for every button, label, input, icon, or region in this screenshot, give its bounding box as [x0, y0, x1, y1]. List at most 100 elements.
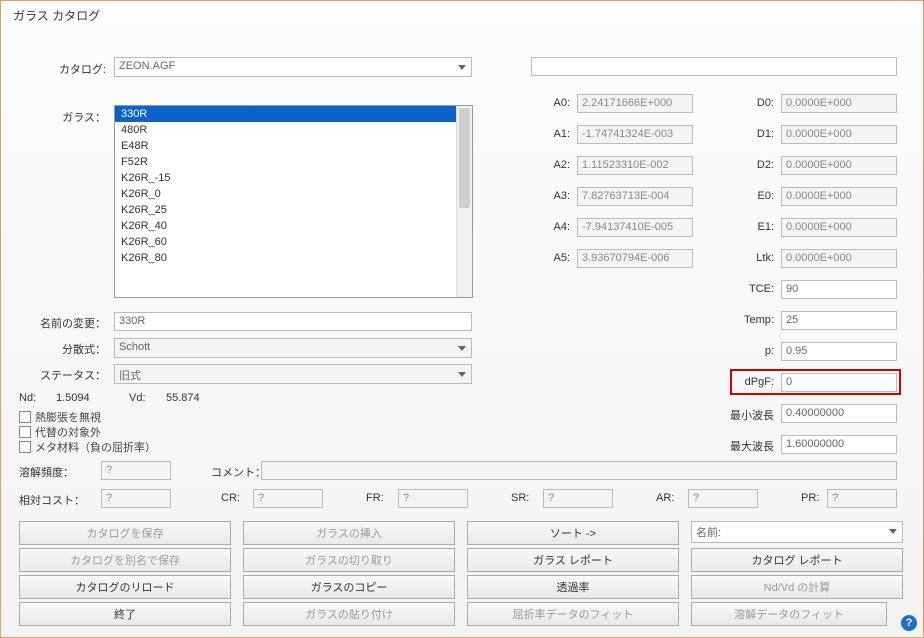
checkbox-icon	[19, 411, 31, 423]
meltfreq-field[interactable]: ?	[101, 461, 171, 480]
d2-label: D2:	[749, 159, 774, 171]
transmittance-button[interactable]: 透過率	[467, 575, 679, 599]
saveas-catalog-button[interactable]: カタログを別名で保存	[19, 548, 231, 572]
pr-field[interactable]: ?	[827, 489, 897, 508]
ndvd-calc-button[interactable]: Nd/Vd の計算	[691, 575, 903, 599]
dpgf-label: dPgF:	[739, 376, 774, 388]
cut-glass-button[interactable]: ガラスの切り取り	[243, 548, 455, 572]
fr-label: FR:	[366, 492, 384, 504]
a5-field[interactable]: 3.93670794E-006	[577, 249, 693, 268]
copy-glass-button[interactable]: ガラスのコピー	[243, 575, 455, 599]
dispersion-dropdown[interactable]: Schott	[114, 338, 472, 358]
catalog-label: カタログ:	[51, 61, 106, 77]
maxwave-label: 最大波長	[724, 438, 774, 454]
status-label: ステータス：	[31, 367, 106, 383]
comment-label: コメント：	[211, 464, 266, 480]
scroll-thumb[interactable]	[459, 108, 470, 208]
temp-label: Temp:	[737, 314, 774, 326]
minwave-label: 最小波長	[724, 407, 774, 423]
glass-catalog-window: ガラス カタログ カタログ: ZEON.AGF ガラス： 330R 480R E…	[0, 0, 924, 638]
d1-field[interactable]: 0.0000E+000	[781, 125, 897, 144]
insert-glass-button[interactable]: ガラスの挿入	[243, 521, 455, 545]
chk-ignore-thermal[interactable]: 熱膨張を無視	[19, 409, 101, 425]
catalog-report-button[interactable]: カタログ レポート	[691, 548, 903, 572]
cr-field[interactable]: ?	[253, 489, 323, 508]
paste-glass-button[interactable]: ガラスの貼り付け	[243, 602, 455, 626]
temp-field[interactable]: 25	[781, 311, 897, 330]
list-item[interactable]: K26R_-15	[115, 170, 472, 186]
e1-field[interactable]: 0.0000E+000	[781, 218, 897, 237]
a0-field[interactable]: 2.24171666E+000	[577, 94, 693, 113]
e1-label: E1:	[749, 221, 774, 233]
chk-exclude-sub[interactable]: 代替の対象外	[19, 424, 101, 440]
meltfreq-label: 溶解頻度：	[19, 464, 79, 480]
relcost-field[interactable]: ?	[101, 489, 171, 508]
a0-label: A0:	[550, 97, 570, 109]
chk-metamaterial[interactable]: メタ材料（負の屈折率）	[19, 439, 156, 455]
ar-field[interactable]: ?	[688, 489, 758, 508]
list-item[interactable]: K26R_25	[115, 202, 472, 218]
list-item[interactable]: K26R_0	[115, 186, 472, 202]
pr-label: PR:	[801, 492, 819, 504]
a4-label: A4:	[550, 221, 570, 233]
glass-listbox[interactable]: 330R 480R E48R F52R K26R_-15 K26R_0 K26R…	[114, 105, 473, 298]
minwave-field[interactable]: 0.40000000	[781, 404, 897, 423]
d0-label: D0:	[749, 97, 774, 109]
glass-label: ガラス：	[51, 109, 106, 125]
ltk-field[interactable]: 0.0000E+000	[781, 249, 897, 268]
d2-field[interactable]: 0.0000E+000	[781, 156, 897, 175]
list-item[interactable]: K26R_60	[115, 234, 472, 250]
help-icon[interactable]: ?	[901, 615, 917, 631]
list-item[interactable]: K26R_40	[115, 218, 472, 234]
list-item[interactable]: F52R	[115, 154, 472, 170]
vd-value: 55.874	[166, 392, 200, 404]
a3-field[interactable]: 7.82763713E-004	[577, 187, 693, 206]
list-item[interactable]: 330R	[115, 106, 472, 122]
vd-label: Vd:	[129, 392, 146, 404]
maxwave-field[interactable]: 1.60000000	[781, 435, 897, 454]
sort-button[interactable]: ソート ->	[467, 521, 679, 545]
nd-label: Nd:	[19, 392, 36, 404]
reload-catalog-button[interactable]: カタログのリロード	[19, 575, 231, 599]
a2-field[interactable]: 1.11523310E-002	[577, 156, 693, 175]
checkbox-icon	[19, 441, 31, 453]
dpgf-field[interactable]: 0	[781, 373, 897, 392]
fr-field[interactable]: ?	[398, 489, 468, 508]
tce-label: TCE:	[744, 283, 774, 295]
d0-field[interactable]: 0.0000E+000	[781, 94, 897, 113]
a3-label: A3:	[550, 190, 570, 202]
fit-melt-button[interactable]: 溶解データのフィット	[691, 602, 887, 626]
d1-label: D1:	[749, 128, 774, 140]
window-title: ガラス カタログ	[13, 7, 100, 24]
glass-report-button[interactable]: ガラス レポート	[467, 548, 679, 572]
comment-field[interactable]	[261, 461, 897, 480]
ltk-label: Ltk:	[749, 252, 774, 264]
a4-field[interactable]: -7.94137410E-005	[577, 218, 693, 237]
ar-label: AR:	[656, 492, 674, 504]
a2-label: A2:	[550, 159, 570, 171]
e0-field[interactable]: 0.0000E+000	[781, 187, 897, 206]
exit-button[interactable]: 終了	[19, 602, 231, 626]
fit-index-button[interactable]: 屈折率データのフィット	[467, 602, 679, 626]
sr-field[interactable]: ?	[543, 489, 613, 508]
list-item[interactable]: K26R_80	[115, 250, 472, 266]
list-scrollbar[interactable]	[456, 106, 472, 297]
catalog-comment-field[interactable]	[531, 57, 897, 76]
dispersion-label: 分散式：	[31, 341, 106, 357]
rename-field[interactable]: 330R	[114, 312, 472, 331]
tce-field[interactable]: 90	[781, 280, 897, 299]
list-item[interactable]: 480R	[115, 122, 472, 138]
a1-field[interactable]: -1.74741324E-003	[577, 125, 693, 144]
relcost-label: 相対コスト：	[19, 492, 89, 508]
status-dropdown[interactable]: 旧式	[114, 364, 472, 384]
nd-value: 1.5094	[56, 392, 90, 404]
catalog-dropdown[interactable]: ZEON.AGF	[114, 57, 472, 77]
list-item[interactable]: E48R	[115, 138, 472, 154]
save-catalog-button[interactable]: カタログを保存	[19, 521, 231, 545]
sort-name-dropdown[interactable]: 名前:	[691, 521, 903, 543]
a5-label: A5:	[550, 252, 570, 264]
a1-label: A1:	[550, 128, 570, 140]
e0-label: E0:	[749, 190, 774, 202]
p-field[interactable]: 0.95	[781, 342, 897, 361]
checkbox-icon	[19, 426, 31, 438]
